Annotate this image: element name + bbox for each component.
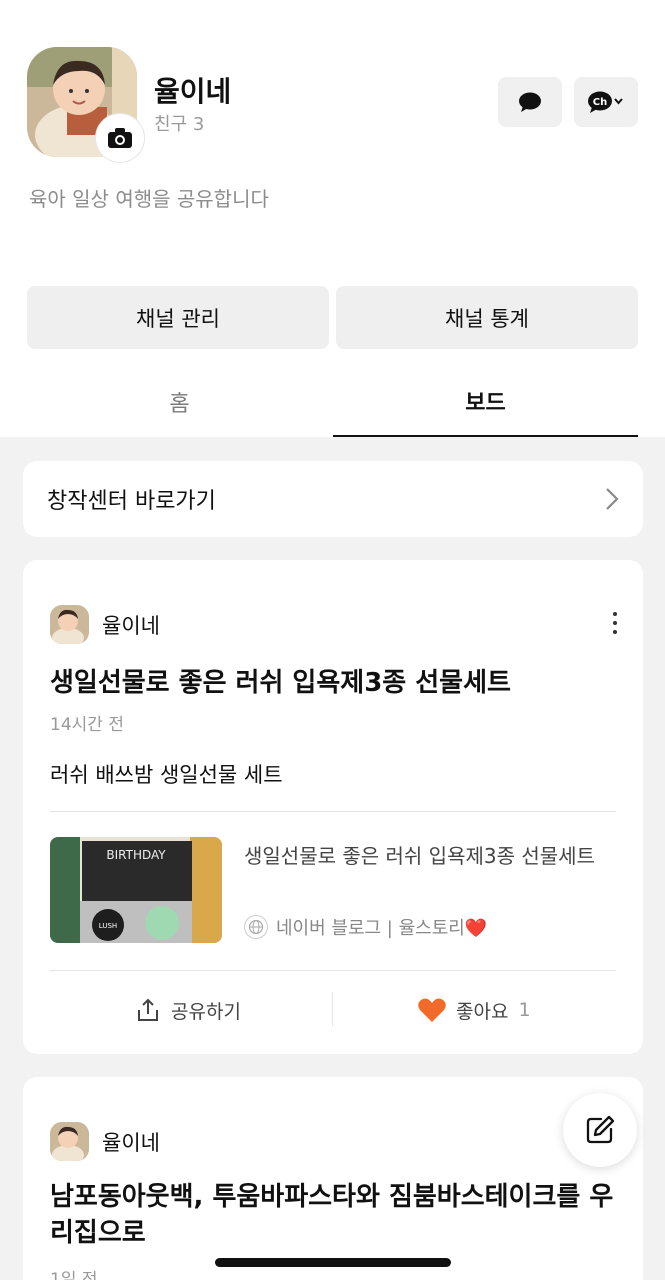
- link-source-text: 네이버 블로그 | 율스토리❤️: [276, 918, 488, 939]
- camera-icon: [108, 128, 132, 148]
- creator-center-link[interactable]: 창작센터 바로가기: [23, 461, 643, 537]
- share-button[interactable]: 공유하기: [134, 990, 241, 1030]
- link-thumbnail[interactable]: BIRTHDAY LUSH: [50, 837, 222, 943]
- globe-icon: [244, 915, 268, 939]
- author-avatar: [50, 1122, 89, 1161]
- author-avatar-photo: [50, 605, 89, 644]
- share-icon: [138, 998, 158, 1021]
- link-source: 네이버 블로그 | 율스토리❤️: [244, 914, 487, 940]
- post-time: 14시간 전: [50, 715, 124, 735]
- link-title[interactable]: 생일선물로 좋은 러쉬 입욕제3종 선물세트: [244, 840, 616, 872]
- channel-stats-button[interactable]: 채널 통계: [336, 286, 638, 349]
- action-divider: [332, 992, 333, 1026]
- channel-menu-button[interactable]: Ch: [574, 77, 638, 127]
- chevron-right-icon: [606, 488, 619, 510]
- thumb-text-birthday: BIRTHDAY: [106, 848, 166, 862]
- author-avatar-photo: [50, 1122, 89, 1161]
- post-author[interactable]: 율이네: [50, 1122, 160, 1161]
- like-button[interactable]: 좋아요 1: [417, 990, 531, 1030]
- post-time: 1일 전: [50, 1270, 98, 1280]
- author-name: 율이네: [102, 613, 160, 638]
- author-avatar: [50, 605, 89, 644]
- share-label: 공유하기: [171, 1000, 241, 1023]
- tab-home[interactable]: 홈: [27, 366, 332, 438]
- write-post-button[interactable]: [563, 1093, 637, 1167]
- creator-center-label: 창작센터 바로가기: [47, 489, 216, 514]
- author-name: 율이네: [102, 1130, 160, 1155]
- channel-description: 육아 일상 여행을 공유합니다: [29, 187, 269, 211]
- home-indicator[interactable]: [215, 1258, 451, 1267]
- heart-icon: [418, 998, 446, 1022]
- post-title[interactable]: 생일선물로 좋은 러쉬 입욕제3종 선물세트: [50, 665, 511, 701]
- thumbnail-image: BIRTHDAY LUSH: [50, 837, 222, 943]
- divider: [50, 811, 616, 812]
- post-card: 율이네 남포동아웃백, 투움바파스타와 짐붐바스테이크를 우리집으로 1일 전: [23, 1077, 643, 1280]
- post-title[interactable]: 남포동아웃백, 투움바파스타와 짐붐바스테이크를 우리집으로: [50, 1179, 620, 1251]
- channel-menu-icon: Ch: [588, 91, 623, 113]
- post-body[interactable]: 러쉬 배쓰밤 생일선물 세트: [50, 759, 283, 789]
- edit-icon: [586, 1115, 615, 1144]
- svg-text:Ch: Ch: [593, 97, 607, 108]
- channel-profile: 율이네 친구 3 육아 일상 여행을 공유합니다 Ch 채널 관리 채널 통계 …: [0, 0, 665, 438]
- channel-name: 율이네: [154, 75, 232, 108]
- chat-button[interactable]: [498, 77, 562, 127]
- friend-count[interactable]: 친구 3: [154, 110, 204, 136]
- camera-button[interactable]: [95, 113, 145, 163]
- divider: [50, 970, 616, 971]
- profile-avatar-area[interactable]: [27, 47, 145, 163]
- chat-bubble-icon: [519, 92, 541, 112]
- like-label: 좋아요: [456, 1000, 509, 1023]
- post-card: 율이네 생일선물로 좋은 러쉬 입욕제3종 선물세트 14시간 전 러쉬 배쓰밤…: [23, 560, 643, 1054]
- channel-manage-button[interactable]: 채널 관리: [27, 286, 329, 349]
- more-options-icon[interactable]: [611, 612, 619, 639]
- like-count: 1: [518, 999, 531, 1021]
- tab-board[interactable]: 보드: [333, 366, 638, 438]
- post-author[interactable]: 율이네: [50, 605, 160, 644]
- thumb-text-lush: LUSH: [99, 922, 117, 930]
